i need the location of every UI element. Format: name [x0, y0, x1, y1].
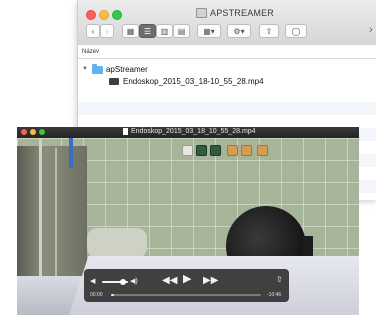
player-title-text: Endoskop_2015_03_18_10_55_28.mp4 — [131, 128, 256, 135]
remaining-time: -10:46 — [267, 292, 282, 298]
scrubber-progress — [111, 294, 114, 296]
video-frame[interactable]: ◀ ◀) ◀◀ ▶ ▶▶ ⇧ 00:00 -10:46 — [17, 138, 359, 315]
minimize-window-button[interactable] — [30, 129, 36, 135]
finder-title-text: APSTREAMER — [210, 8, 275, 18]
zoom-window-button[interactable] — [112, 10, 122, 20]
share-icon[interactable]: ⇧ — [276, 275, 283, 284]
close-window-button[interactable] — [21, 129, 27, 135]
list-view-button[interactable]: ☰ — [139, 24, 156, 38]
action-button[interactable]: ⚙▾ — [227, 24, 251, 38]
wall-outlet — [182, 145, 193, 156]
video-player-window: Endoskop_2015_03_18_10_55_28.mp4 ◀ ◀) ◀◀… — [17, 127, 359, 315]
share-icon: ⇧ — [265, 26, 273, 36]
player-titlebar: Endoskop_2015_03_18_10_55_28.mp4 — [17, 127, 359, 138]
icon-view-button[interactable]: ▦ — [122, 24, 139, 38]
column-view-button[interactable]: ▥ — [156, 24, 173, 38]
arrange-icon: ▦▾ — [203, 26, 215, 36]
minimize-window-button[interactable] — [99, 10, 109, 20]
toolbar-overflow-icon[interactable]: › — [369, 24, 373, 36]
file-name: Endoskop_2015_03_18-10_55_28.mp4 — [123, 77, 264, 86]
tag-icon: ◯ — [291, 26, 301, 36]
empty-row — [78, 102, 376, 115]
action-gear-icon: ⚙▾ — [233, 26, 245, 36]
zoom-window-button[interactable] — [39, 129, 45, 135]
rewind-icon[interactable]: ◀◀ — [162, 276, 177, 286]
bedding — [87, 228, 147, 258]
cable — [39, 138, 42, 288]
forward-button[interactable]: › — [100, 24, 114, 38]
playback-controller[interactable]: ◀ ◀) ◀◀ ▶ ▶▶ ⇧ 00:00 -10:46 — [84, 269, 289, 302]
drive-icon — [196, 8, 207, 18]
wall-outlet — [210, 145, 221, 156]
play-icon[interactable]: ▶ — [183, 274, 191, 285]
wall-outlet — [196, 145, 207, 156]
back-button[interactable]: ‹ — [86, 24, 100, 38]
wall-outlet — [241, 145, 252, 156]
icon-view-icon: ▦ — [126, 26, 135, 36]
cable — [55, 148, 57, 288]
wall-outlet — [257, 145, 268, 156]
list-item-file[interactable]: Endoskop_2015_03_18-10_55_28.mp4 — [78, 75, 376, 88]
playback-scrubber[interactable] — [111, 294, 261, 296]
finder-toolbar: APSTREAMER ‹ › ▦ ☰ ▥ ▤ ▦▾ ⚙▾ ⇧ ◯ › — [78, 0, 376, 46]
blue-clamp — [69, 138, 73, 168]
share-button[interactable]: ⇧ — [259, 24, 279, 38]
elapsed-time: 00:00 — [90, 292, 103, 298]
finder-window-title: APSTREAMER — [196, 8, 274, 18]
folder-icon — [91, 63, 103, 74]
wall-outlet — [227, 145, 238, 156]
forward-icon: › — [105, 26, 109, 36]
volume-slider-thumb[interactable] — [120, 279, 126, 285]
volume-high-icon[interactable]: ◀) — [130, 277, 138, 286]
video-file-icon — [109, 78, 119, 85]
fast-forward-icon[interactable]: ▶▶ — [203, 276, 218, 286]
player-window-title: Endoskop_2015_03_18_10_55_28.mp4 — [123, 128, 256, 135]
column-view-icon: ▥ — [160, 26, 169, 36]
back-icon: ‹ — [91, 26, 95, 36]
document-icon — [123, 128, 128, 135]
volume-low-icon[interactable]: ◀ — [90, 277, 95, 286]
cover-flow-button[interactable]: ▤ — [173, 24, 190, 38]
cover-flow-icon: ▤ — [177, 26, 186, 36]
tag-button[interactable]: ◯ — [285, 24, 307, 38]
list-view-icon: ☰ — [143, 26, 152, 36]
column-header-name[interactable]: Název — [78, 45, 376, 59]
arrange-button[interactable]: ▦▾ — [197, 24, 221, 38]
close-window-button[interactable] — [86, 10, 96, 20]
